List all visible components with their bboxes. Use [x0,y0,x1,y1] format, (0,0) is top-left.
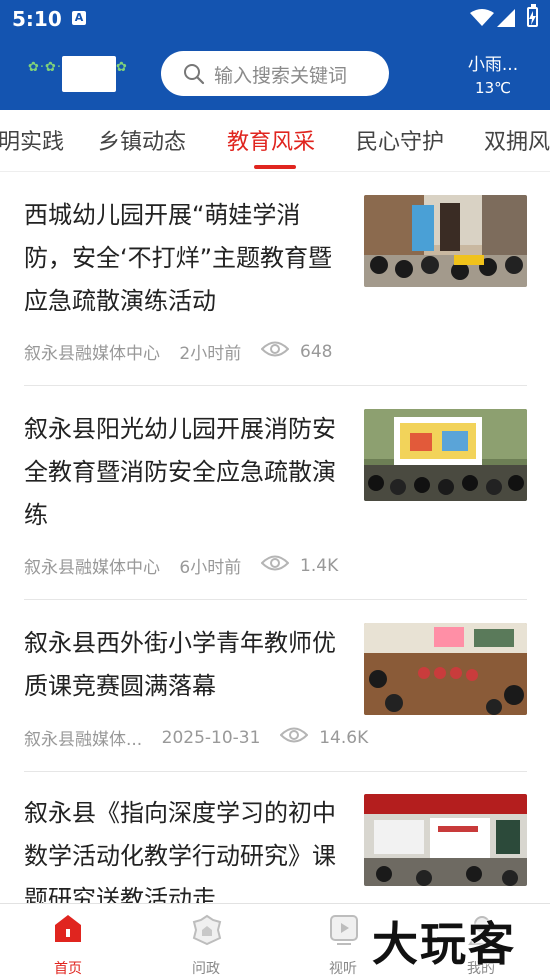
news-views: 14.6K [319,727,369,748]
news-meta: 叙永县融媒体中心 2小时前 648 [24,339,333,365]
active-tab-indicator [254,165,296,169]
news-title[interactable]: 叙永县《指向深度学习的初中数学活动化教学行动研究》课题研究送教活动走 [24,792,340,921]
home-icon [55,915,81,942]
news-item[interactable]: 叙永县《指向深度学习的初中数学活动化教学行动研究》课题研究送教活动走 [24,772,527,913]
logo-patch [62,56,116,92]
status-bar: 5:10 A [0,0,550,38]
news-title[interactable]: 叙永县西外街小学青年教师优质课竞赛圆满落幕 [24,622,340,708]
eye-icon [260,554,290,577]
channel-tabs: 明实践 乡镇动态 教育风采 民心守护 双拥风 [0,110,550,172]
news-time: 6小时前 [179,558,242,578]
app-header: 5:10 A ✿·✿·✿ ✿ 输入搜索关键词 小雨... 13℃ [0,0,550,110]
nav-ask[interactable]: 问政 [156,904,256,979]
news-source: 叙永县融媒体中心 [24,558,160,578]
watermark: 大玩客 [372,917,516,971]
news-item[interactable]: 叙永县西外街小学青年教师优质课竞赛圆满落幕 叙永县融媒体... 2025-10-… [24,600,527,772]
news-item[interactable]: 叙永县阳光幼儿园开展消防安全教育暨消防安全应急疏散演练 叙永县融媒体中心 6小时… [24,386,527,600]
news-views: 1.4K [300,555,339,576]
weather-temperature: 13℃ [475,79,511,97]
news-meta: 叙永县融媒体中心 6小时前 1.4K [24,553,339,579]
search-icon [184,64,205,85]
nav-ask-label: 问政 [192,961,220,977]
video-icon [330,915,358,945]
tab-township-news[interactable]: 乡镇动态 [98,124,186,156]
news-item[interactable]: 西城幼儿园开展“萌娃学消防，安全‘不打烊”主题教育暨应急疏散演练活动 叙永县融媒… [24,172,527,386]
search-input[interactable]: 输入搜索关键词 [161,51,389,96]
app-logo: ✿·✿·✿ ✿ [28,56,132,92]
status-time: 5:10 [12,7,62,31]
eye-icon [260,340,290,363]
nav-home-label: 首页 [54,961,82,977]
news-source: 叙永县融媒体... [24,730,143,750]
tab-practice[interactable]: 明实践 [0,124,64,156]
news-thumbnail[interactable] [364,794,527,886]
logo-mark-right: ✿ [116,60,127,75]
eye-icon [279,726,309,749]
battery-icon [527,4,538,27]
news-time: 2025-10-31 [161,727,261,748]
news-thumbnail[interactable] [364,623,527,715]
search-placeholder: 输入搜索关键词 [214,65,348,87]
signal-icon [497,9,515,27]
nav-home[interactable]: 首页 [18,904,118,979]
news-source: 叙永县融媒体中心 [24,344,160,364]
news-thumbnail[interactable] [364,195,527,287]
news-thumbnail[interactable] [364,409,527,501]
news-title[interactable]: 叙永县阳光幼儿园开展消防安全教育暨消防安全应急疏散演练 [24,408,340,537]
weather-condition: 小雨... [467,55,519,75]
tab-double-support[interactable]: 双拥风 [484,124,550,156]
wifi-icon [470,9,494,26]
tab-livelihood[interactable]: 民心守护 [356,124,444,156]
weather-widget[interactable]: 小雨... 13℃ [440,50,546,97]
ask-icon [192,914,222,946]
tab-education[interactable]: 教育风采 [227,124,315,156]
news-time: 2小时前 [179,344,242,364]
sim-icon: A [72,11,86,25]
news-title[interactable]: 西城幼儿园开展“萌娃学消防，安全‘不打烊”主题教育暨应急疏散演练活动 [24,194,340,323]
news-meta: 叙永县融媒体... 2025-10-31 14.6K [24,725,369,751]
news-views: 648 [300,341,333,362]
